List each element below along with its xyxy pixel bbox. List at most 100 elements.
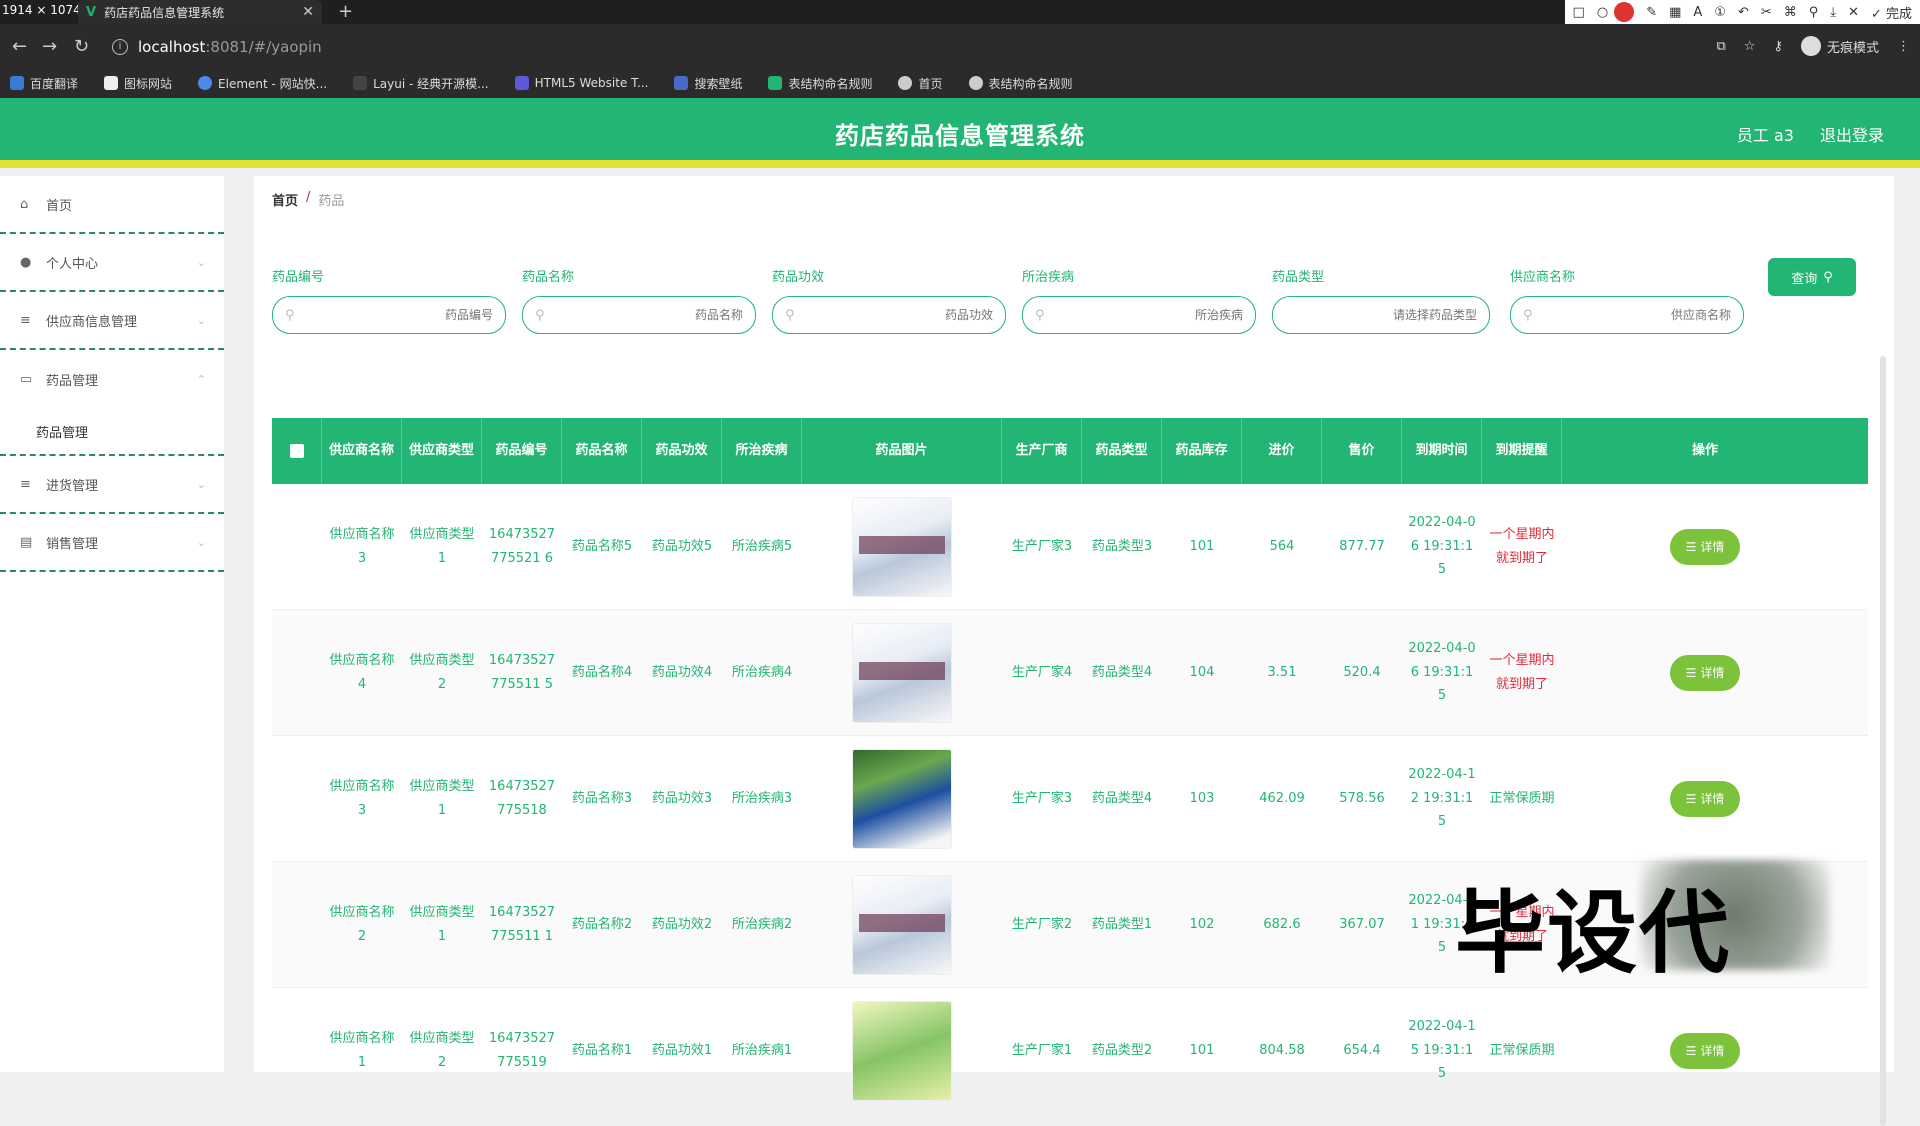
table-row[interactable]: 供应商名称4 供应商类型2 16473527775511 5 药品名称4 药品功效4 所治…: [272, 610, 1868, 736]
url-field[interactable]: i localhost:8081/#/yaopin: [112, 34, 1672, 60]
detail-button[interactable]: ☰详情: [1670, 780, 1740, 817]
circle-tool-icon[interactable]: ○: [1597, 5, 1608, 20]
cell-stock: 101: [1189, 1042, 1215, 1058]
pen-tool-icon[interactable]: ✎: [1646, 5, 1657, 20]
bookmark-item[interactable]: 搜索壁纸: [674, 75, 742, 92]
column-header: 药品图片: [802, 418, 1002, 484]
row-checkbox-cell[interactable]: [272, 610, 322, 735]
translate-page-icon[interactable]: ⧉: [1717, 39, 1726, 54]
sidebar-item-home[interactable]: ⌂ 首页: [0, 176, 224, 234]
sidebar-subitem-drug-management[interactable]: 药品管理: [0, 408, 224, 456]
table-row[interactable]: 供应商名称1 供应商类型2 16473527775519 药品名称1 药品功效1 所治疾病…: [272, 988, 1868, 1114]
detail-button[interactable]: ☰详情: [1670, 1032, 1740, 1069]
forward-icon[interactable]: →: [42, 36, 57, 57]
sidebar-item-drugs[interactable]: ▭ 药品管理 ⌃: [0, 350, 224, 408]
mosaic-tool-icon[interactable]: ▦: [1669, 5, 1681, 20]
bookmark-item[interactable]: 表结构命名规则: [768, 75, 872, 92]
cell-code: 16473527775521 6: [488, 527, 556, 566]
sidebar-item-label: 药品管理: [46, 373, 99, 389]
bookmark-star-icon[interactable]: ☆: [1744, 39, 1756, 54]
site-info-icon[interactable]: i: [112, 39, 128, 55]
drug-image[interactable]: [852, 496, 952, 597]
disease-input-wrap[interactable]: ⚲: [1022, 296, 1256, 334]
drug-image-cell: [802, 862, 1002, 987]
supplier-name-input-wrap[interactable]: ⚲: [1510, 296, 1744, 334]
row-checkbox-cell[interactable]: [272, 988, 322, 1113]
logout-link[interactable]: 退出登录: [1820, 122, 1884, 146]
sidebar-item-sales[interactable]: ▤ 销售管理 ⌄: [0, 514, 224, 572]
address-bar: ← → ↻ i localhost:8081/#/yaopin ⧉ ☆ ⚷ 无痕…: [0, 24, 1920, 70]
sidebar: ⌂ 首页 ● 个人中心 ⌄ ≡ 供应商信息管理 ⌄ ▭ 药品管理 ⌃ 药品管理 …: [0, 176, 224, 1072]
list-icon: ☰: [1685, 665, 1697, 680]
filter-drug-type: 药品类型: [1272, 266, 1490, 334]
record-dot-icon[interactable]: [1614, 2, 1635, 22]
incognito-indicator[interactable]: 无痕模式: [1800, 36, 1879, 56]
back-icon[interactable]: ←: [12, 36, 27, 57]
breadcrumb-home[interactable]: 首页: [272, 190, 298, 209]
cell-expire: 2022-04-15 19:31:15: [1408, 1019, 1476, 1082]
sidebar-item-supplier[interactable]: ≡ 供应商信息管理 ⌄: [0, 292, 224, 350]
bookmark-item[interactable]: Layui - 经典开源模...: [353, 75, 489, 92]
bookmark-item[interactable]: HTML5 Website T...: [514, 76, 648, 90]
cell-price: 520.4: [1343, 664, 1381, 680]
list-icon: ☰: [1685, 539, 1697, 554]
undo-icon[interactable]: ↶: [1738, 5, 1749, 20]
row-checkbox-cell[interactable]: [272, 484, 322, 609]
disease-input[interactable]: [1054, 308, 1243, 322]
drug-code-input-wrap[interactable]: ⚲: [272, 296, 506, 334]
cut-icon[interactable]: ✂: [1761, 5, 1772, 20]
search-button[interactable]: 查询 ⚲: [1768, 258, 1856, 296]
detail-button[interactable]: ☰详情: [1670, 528, 1740, 565]
bookmark-item[interactable]: 图标网站: [104, 75, 172, 92]
sidebar-item-profile[interactable]: ● 个人中心 ⌄: [0, 234, 224, 292]
close-tool-icon[interactable]: ✕: [1848, 5, 1859, 20]
browser-tab[interactable]: V 药店药品信息管理系统 ✕: [78, 0, 322, 24]
done-button[interactable]: ✓ 完成: [1871, 3, 1912, 22]
filter-bar: 药品编号 ⚲ 药品名称 ⚲ 药品功效 ⚲ 所治疾病 ⚲ 药品类型 供应商名称 ⚲: [272, 266, 1832, 346]
browser-menu-icon[interactable]: ⋮: [1897, 39, 1910, 54]
cell-stype: 供应商类型1: [409, 779, 475, 818]
page-scrollbar[interactable]: [1880, 356, 1886, 1126]
row-checkbox-cell[interactable]: [272, 862, 322, 987]
drug-image[interactable]: [852, 748, 952, 849]
row-checkbox-cell[interactable]: [272, 736, 322, 861]
drug-image[interactable]: [852, 1000, 952, 1101]
supplier-name-input[interactable]: [1542, 308, 1731, 322]
bookmark-item[interactable]: 百度翻译: [10, 75, 78, 92]
drug-effect-input[interactable]: [804, 308, 993, 322]
cell-cost: 462.09: [1259, 790, 1305, 806]
bookmark-item[interactable]: Element - 网站快...: [198, 75, 327, 92]
pin-icon[interactable]: ⚲: [1809, 5, 1819, 20]
sidebar-item-purchase[interactable]: ≡ 进货管理 ⌄: [0, 456, 224, 514]
drug-image[interactable]: [852, 874, 952, 975]
reload-icon[interactable]: ↻: [74, 36, 89, 57]
drug-image-cell: [802, 736, 1002, 861]
drug-image[interactable]: [852, 622, 952, 723]
drug-name-input-wrap[interactable]: ⚲: [522, 296, 756, 334]
drug-type-select[interactable]: [1272, 296, 1490, 334]
select-all-checkbox[interactable]: [272, 418, 322, 484]
number-tool-icon[interactable]: ①: [1714, 5, 1726, 20]
drug-effect-input-wrap[interactable]: ⚲: [772, 296, 1006, 334]
download-icon[interactable]: ⤓: [1830, 5, 1836, 20]
text-tool-icon[interactable]: A: [1693, 5, 1702, 20]
filter-label: 所治疾病: [1022, 270, 1075, 285]
rect-tool-icon[interactable]: □: [1573, 5, 1585, 20]
key-icon[interactable]: ⚷: [1773, 39, 1783, 54]
table-row[interactable]: 供应商名称3 供应商类型1 16473527775518 药品名称3 药品功效3 所治疾病…: [272, 736, 1868, 862]
cell-price: 877.77: [1339, 538, 1385, 554]
drug-code-input[interactable]: [304, 308, 493, 322]
close-tab-icon[interactable]: ✕: [302, 4, 314, 20]
bookmark-item[interactable]: 首页: [898, 75, 943, 92]
bookmark-item[interactable]: 表结构命名规则: [968, 75, 1073, 92]
current-user[interactable]: 员工 a3: [1737, 122, 1794, 146]
table-row[interactable]: 供应商名称3 供应商类型1 16473527775521 6 药品名称5 药品功效5 所治…: [272, 484, 1868, 610]
drug-name-input[interactable]: [554, 308, 743, 322]
sidebar-item-label: 供应商信息管理: [46, 314, 138, 330]
drug-type-select-input[interactable]: [1285, 308, 1477, 322]
cell-expire: 2022-04-06 19:31:15: [1408, 515, 1476, 578]
translate-icon[interactable]: ⌘: [1784, 5, 1797, 20]
detail-button[interactable]: ☰详情: [1670, 654, 1740, 691]
new-tab-icon[interactable]: +: [338, 1, 353, 22]
search-icon: ⚲: [1523, 307, 1533, 323]
